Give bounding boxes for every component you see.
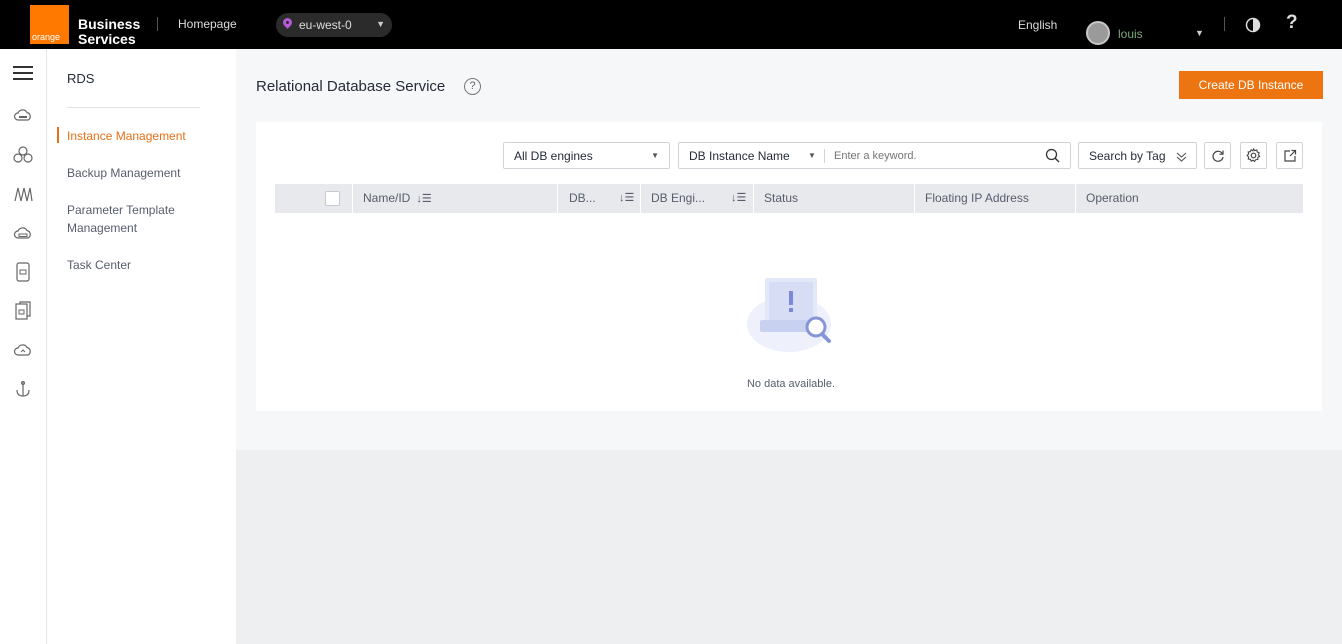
sort-icon[interactable]: ↓☰ <box>619 184 634 213</box>
mobile-icon[interactable] <box>12 261 34 283</box>
sidebar-divider <box>67 107 200 108</box>
cloud-icon[interactable] <box>12 339 34 361</box>
search-field-select[interactable]: DB Instance Name <box>689 149 790 163</box>
column-name-id-label: Name/ID <box>363 191 411 205</box>
caret-down-icon: ▼ <box>376 19 385 29</box>
service-icon-rail <box>0 49 47 644</box>
main-content-lower <box>236 450 1342 644</box>
select-all-checkbox[interactable] <box>325 191 340 206</box>
homepage-link[interactable]: Homepage <box>178 17 237 31</box>
network-icon[interactable] <box>12 183 34 205</box>
gear-icon <box>1246 148 1261 163</box>
caret-down-icon[interactable]: ▼ <box>808 151 816 160</box>
caret-down-icon: ▼ <box>651 151 659 160</box>
column-floating-ip: Floating IP Address <box>925 191 1029 205</box>
column-db-type[interactable]: DB... ↓☰ <box>569 184 634 213</box>
divider <box>1224 17 1225 31</box>
username[interactable]: louis <box>1118 27 1143 41</box>
refresh-button[interactable] <box>1204 142 1231 169</box>
user-caret-down-icon[interactable]: ▼ <box>1195 28 1204 38</box>
db-engine-select-value: All DB engines <box>514 149 593 163</box>
search-by-tag-button[interactable]: Search by Tag <box>1078 142 1197 169</box>
help-icon[interactable]: ? <box>1286 12 1298 34</box>
column-status: Status <box>764 191 799 205</box>
sort-icon[interactable]: ↓☰ <box>416 193 431 205</box>
sidebar-title: RDS <box>67 71 95 86</box>
column-divider <box>352 184 353 213</box>
divider <box>157 17 158 31</box>
export-button[interactable] <box>1276 142 1303 169</box>
region-label: eu-west-0 <box>299 18 352 32</box>
menu-icon[interactable] <box>12 62 34 84</box>
divider <box>824 149 825 163</box>
column-divider <box>557 184 558 213</box>
top-navigation-bar: orange Business Services Homepage eu-wes… <box>0 0 1342 49</box>
column-divider <box>914 184 915 213</box>
empty-state-text: No data available. <box>746 378 836 390</box>
document-icon[interactable] <box>12 300 34 322</box>
avatar[interactable] <box>1086 21 1110 45</box>
no-data-illustration-icon <box>747 278 831 352</box>
sidebar-item-instance-management[interactable]: Instance Management <box>67 127 217 145</box>
sidebar-item-backup-management[interactable]: Backup Management <box>67 164 217 182</box>
refresh-icon <box>1212 150 1224 162</box>
theme-toggle-icon[interactable] <box>1245 17 1261 33</box>
sidebar-item-parameter-template-management[interactable]: Parameter Template Management <box>67 201 187 237</box>
language-selector[interactable]: English <box>1018 18 1057 32</box>
table-header: Name/ID ↓☰ DB... ↓☰ DB Engi... ↓☰ Status Fl… <box>275 184 1303 213</box>
orange-logo[interactable]: orange <box>30 5 69 44</box>
cloud-storage-icon[interactable] <box>12 222 34 244</box>
brand-line-2: Services <box>78 31 136 47</box>
column-divider <box>753 184 754 213</box>
instance-search-box: DB Instance Name ▼ <box>678 142 1071 169</box>
page-title: Relational Database Service <box>256 78 446 95</box>
empty-state-message: No data available. <box>0 378 1342 390</box>
brand-line-1: Business <box>78 16 141 32</box>
column-name-id[interactable]: Name/ID ↓☰ <box>363 184 432 213</box>
create-db-instance-button[interactable]: Create DB Instance <box>1179 71 1323 99</box>
double-chevron-down-icon <box>1176 152 1187 162</box>
brand-name: Business Services <box>78 17 140 47</box>
sort-icon[interactable]: ↓☰ <box>731 184 746 213</box>
column-db-type-label: DB... <box>569 191 596 205</box>
cloud-server-icon[interactable] <box>12 105 34 127</box>
column-db-engine[interactable]: DB Engi... ↓☰ <box>651 184 746 213</box>
help-circle-icon[interactable]: ? <box>464 78 481 95</box>
sidebar-item-task-center[interactable]: Task Center <box>67 256 217 274</box>
column-divider <box>1075 184 1076 213</box>
db-engine-select[interactable]: All DB engines ▼ <box>503 142 670 169</box>
rds-sidebar: RDS Instance Management Backup Managemen… <box>47 49 236 644</box>
logo-text: orange <box>32 32 61 42</box>
location-pin-icon <box>281 16 294 29</box>
cluster-icon[interactable] <box>12 144 34 166</box>
column-db-engine-label: DB Engi... <box>651 191 706 205</box>
search-by-tag-label: Search by Tag <box>1089 149 1166 163</box>
settings-button[interactable] <box>1240 142 1267 169</box>
active-indicator <box>57 127 59 143</box>
search-input[interactable] <box>834 147 1034 165</box>
export-icon <box>1283 149 1296 162</box>
column-operation: Operation <box>1086 191 1139 205</box>
search-icon[interactable] <box>1045 148 1060 163</box>
column-divider <box>640 184 641 213</box>
region-selector[interactable]: eu-west-0 ▼ <box>276 13 392 37</box>
